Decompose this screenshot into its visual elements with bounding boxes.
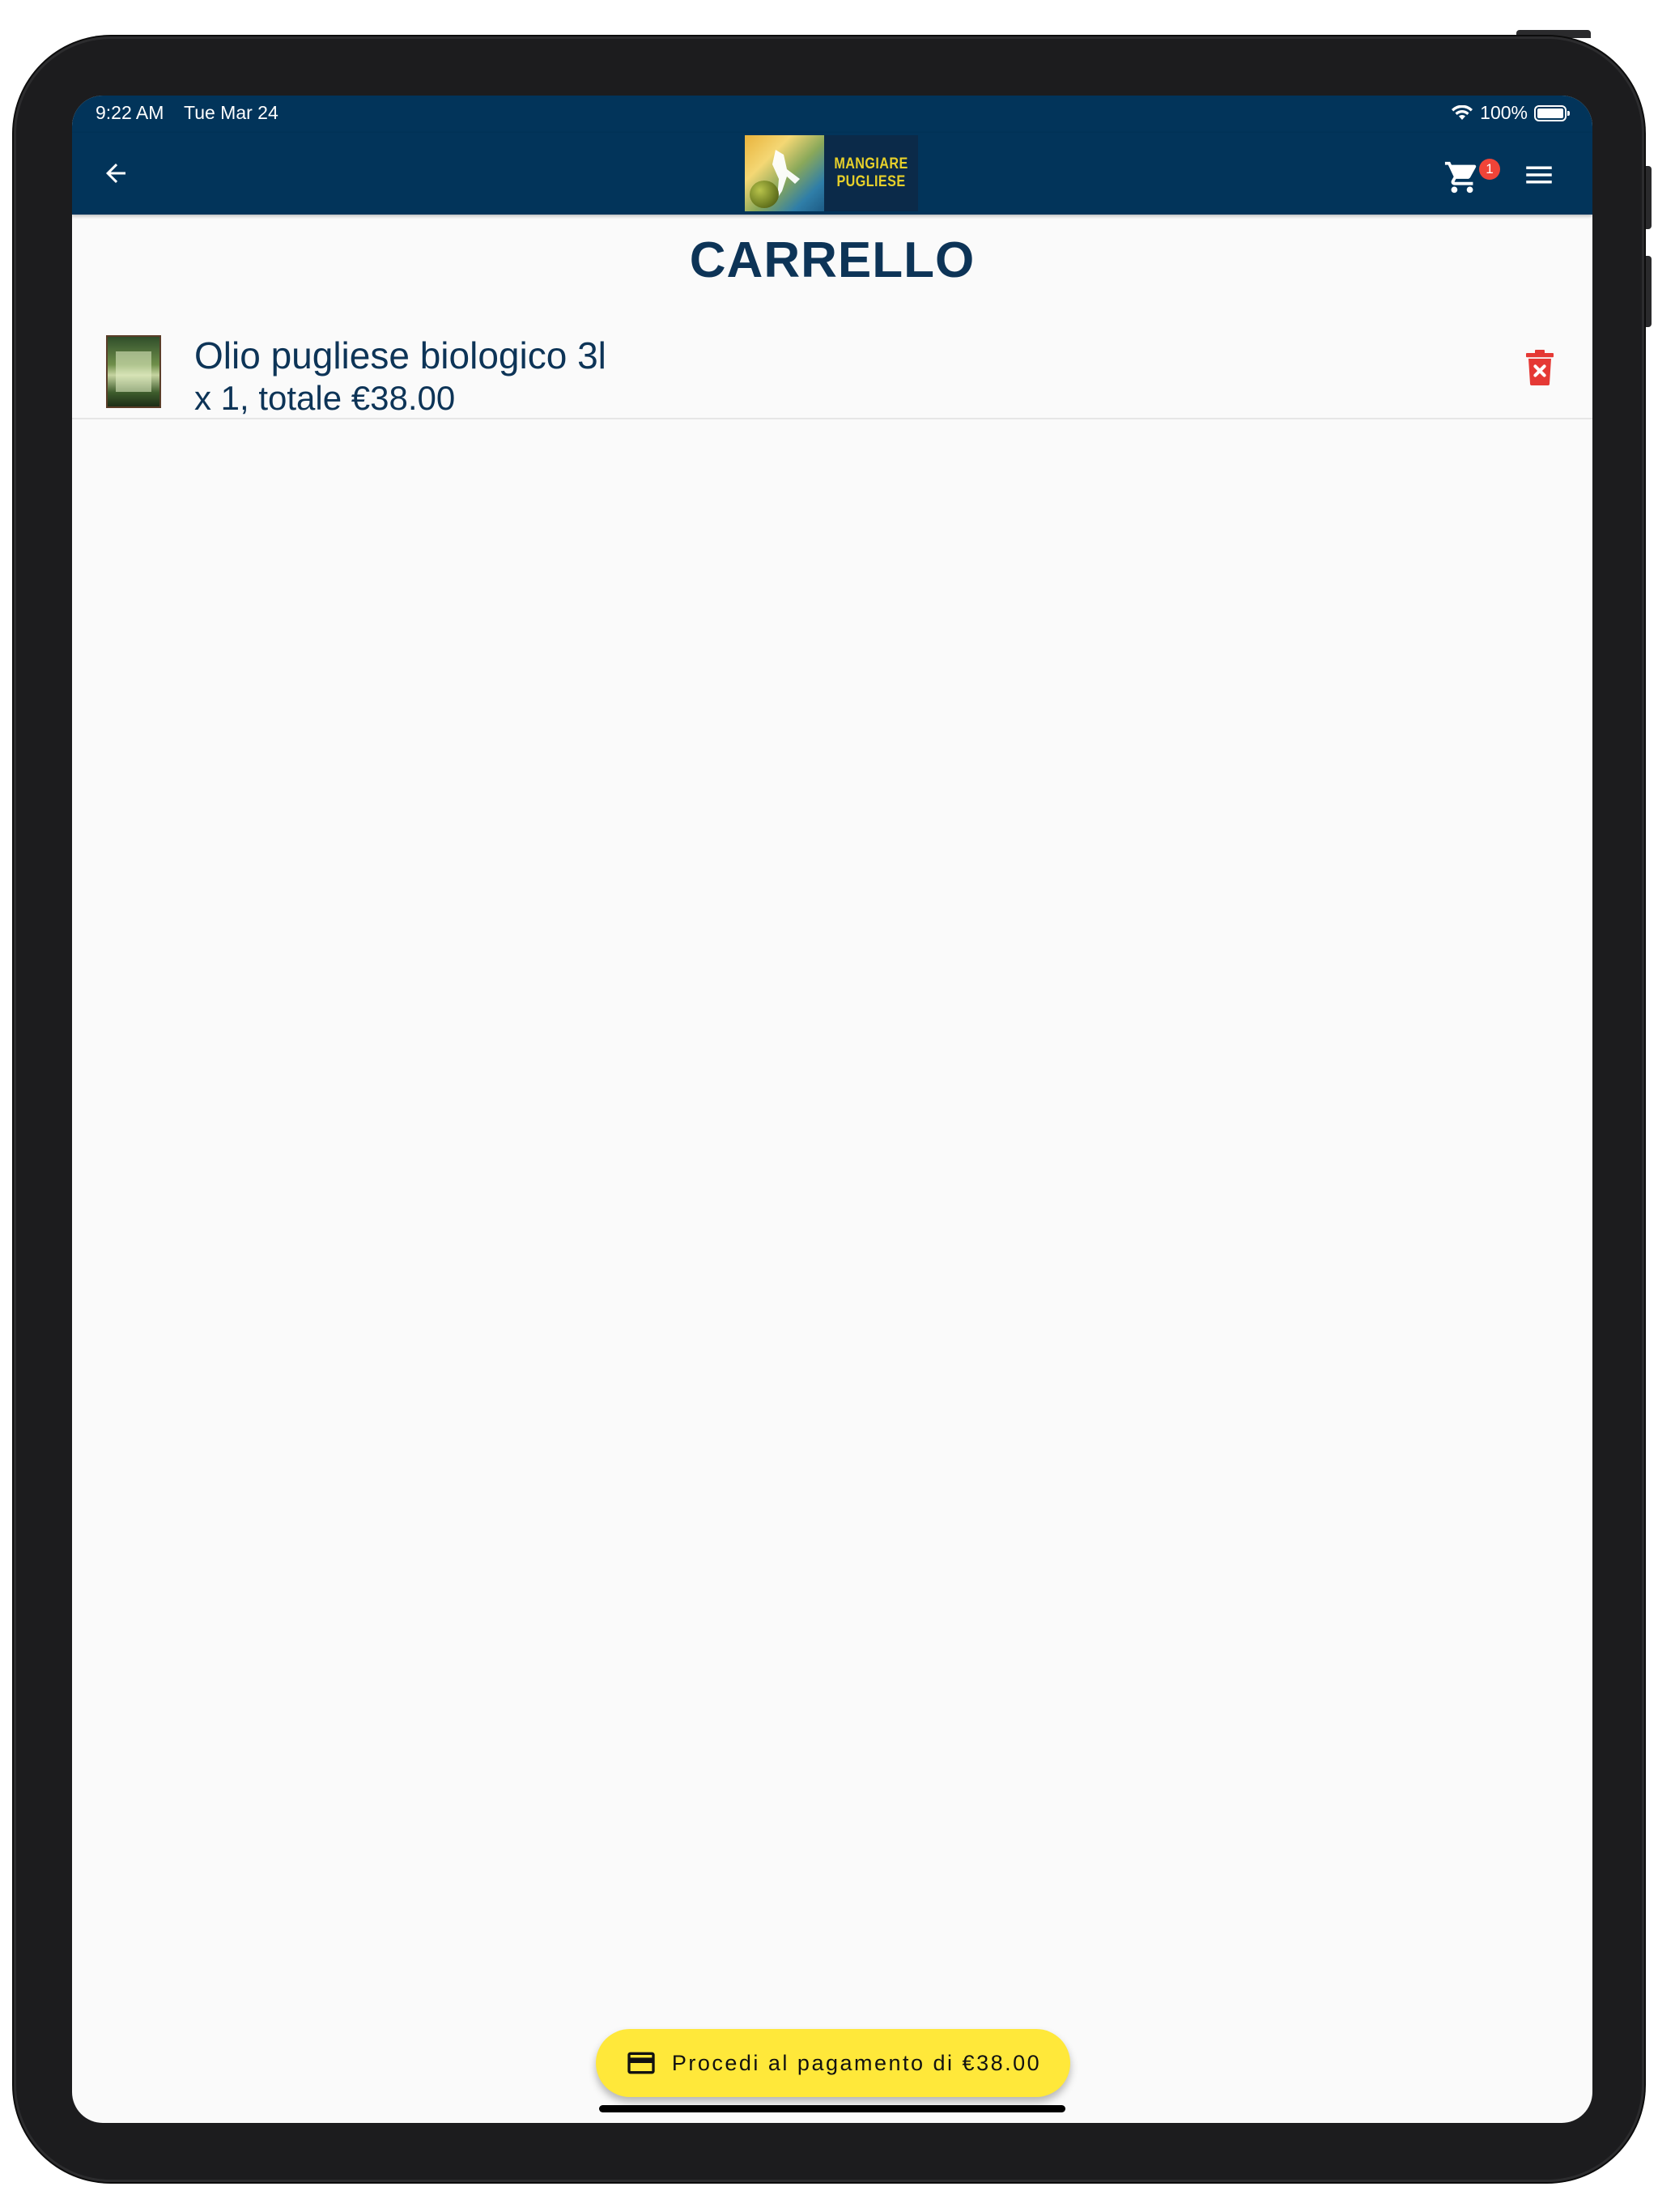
logo-line-1: MANGIARE: [834, 155, 908, 172]
logo-text: MANGIARE PUGLIESE: [831, 135, 912, 211]
logo-image: [745, 135, 824, 211]
cart-item-detail: x 1, totale €38.00: [194, 379, 456, 417]
menu-button[interactable]: [1518, 154, 1560, 196]
arrow-left-icon: [106, 164, 125, 183]
back-button[interactable]: [95, 152, 137, 194]
device-side-button: [1643, 256, 1652, 327]
battery-percent: 100%: [1480, 102, 1528, 123]
wifi-icon: [1452, 104, 1473, 120]
app-bar: MANGIARE PUGLIESE 1: [72, 133, 1592, 215]
home-indicator[interactable]: [599, 2105, 1065, 2112]
product-thumbnail: [106, 335, 161, 408]
cart-button[interactable]: 1: [1443, 154, 1500, 196]
credit-card-icon: [627, 2052, 655, 2074]
status-indicators: 100%: [1451, 102, 1570, 124]
cart-count-badge: 1: [1479, 159, 1500, 180]
brand-logo[interactable]: MANGIARE PUGLIESE: [745, 135, 918, 211]
shopping-cart-icon: [1444, 161, 1477, 194]
hamburger-menu-icon: [1526, 166, 1552, 184]
device-volume-button: [1643, 166, 1652, 229]
remove-item-button[interactable]: [1524, 348, 1556, 387]
cart-item[interactable]: Olio pugliese biologico 3l x 1, totale €…: [72, 314, 1592, 419]
checkout-button[interactable]: Procedi al pagamento di €38.00: [596, 2029, 1070, 2097]
app-screen: 9:22 AM Tue Mar 24 100% MANGIARE PUGLIES: [72, 96, 1592, 2123]
battery-icon: [1534, 104, 1570, 121]
status-time: 9:22 AM: [96, 102, 164, 123]
cart-item-name: Olio pugliese biologico 3l: [194, 334, 606, 376]
battery-fill: [1537, 108, 1563, 118]
page-title: CARRELLO: [689, 232, 976, 288]
status-bar: 9:22 AM Tue Mar 24 100%: [72, 96, 1592, 133]
checkout-label: Procedi al pagamento di €38.00: [671, 2050, 1042, 2075]
trash-delete-icon: [1526, 350, 1554, 385]
logo-line-2: PUGLIESE: [836, 173, 906, 190]
status-date: Tue Mar 24: [184, 102, 278, 123]
